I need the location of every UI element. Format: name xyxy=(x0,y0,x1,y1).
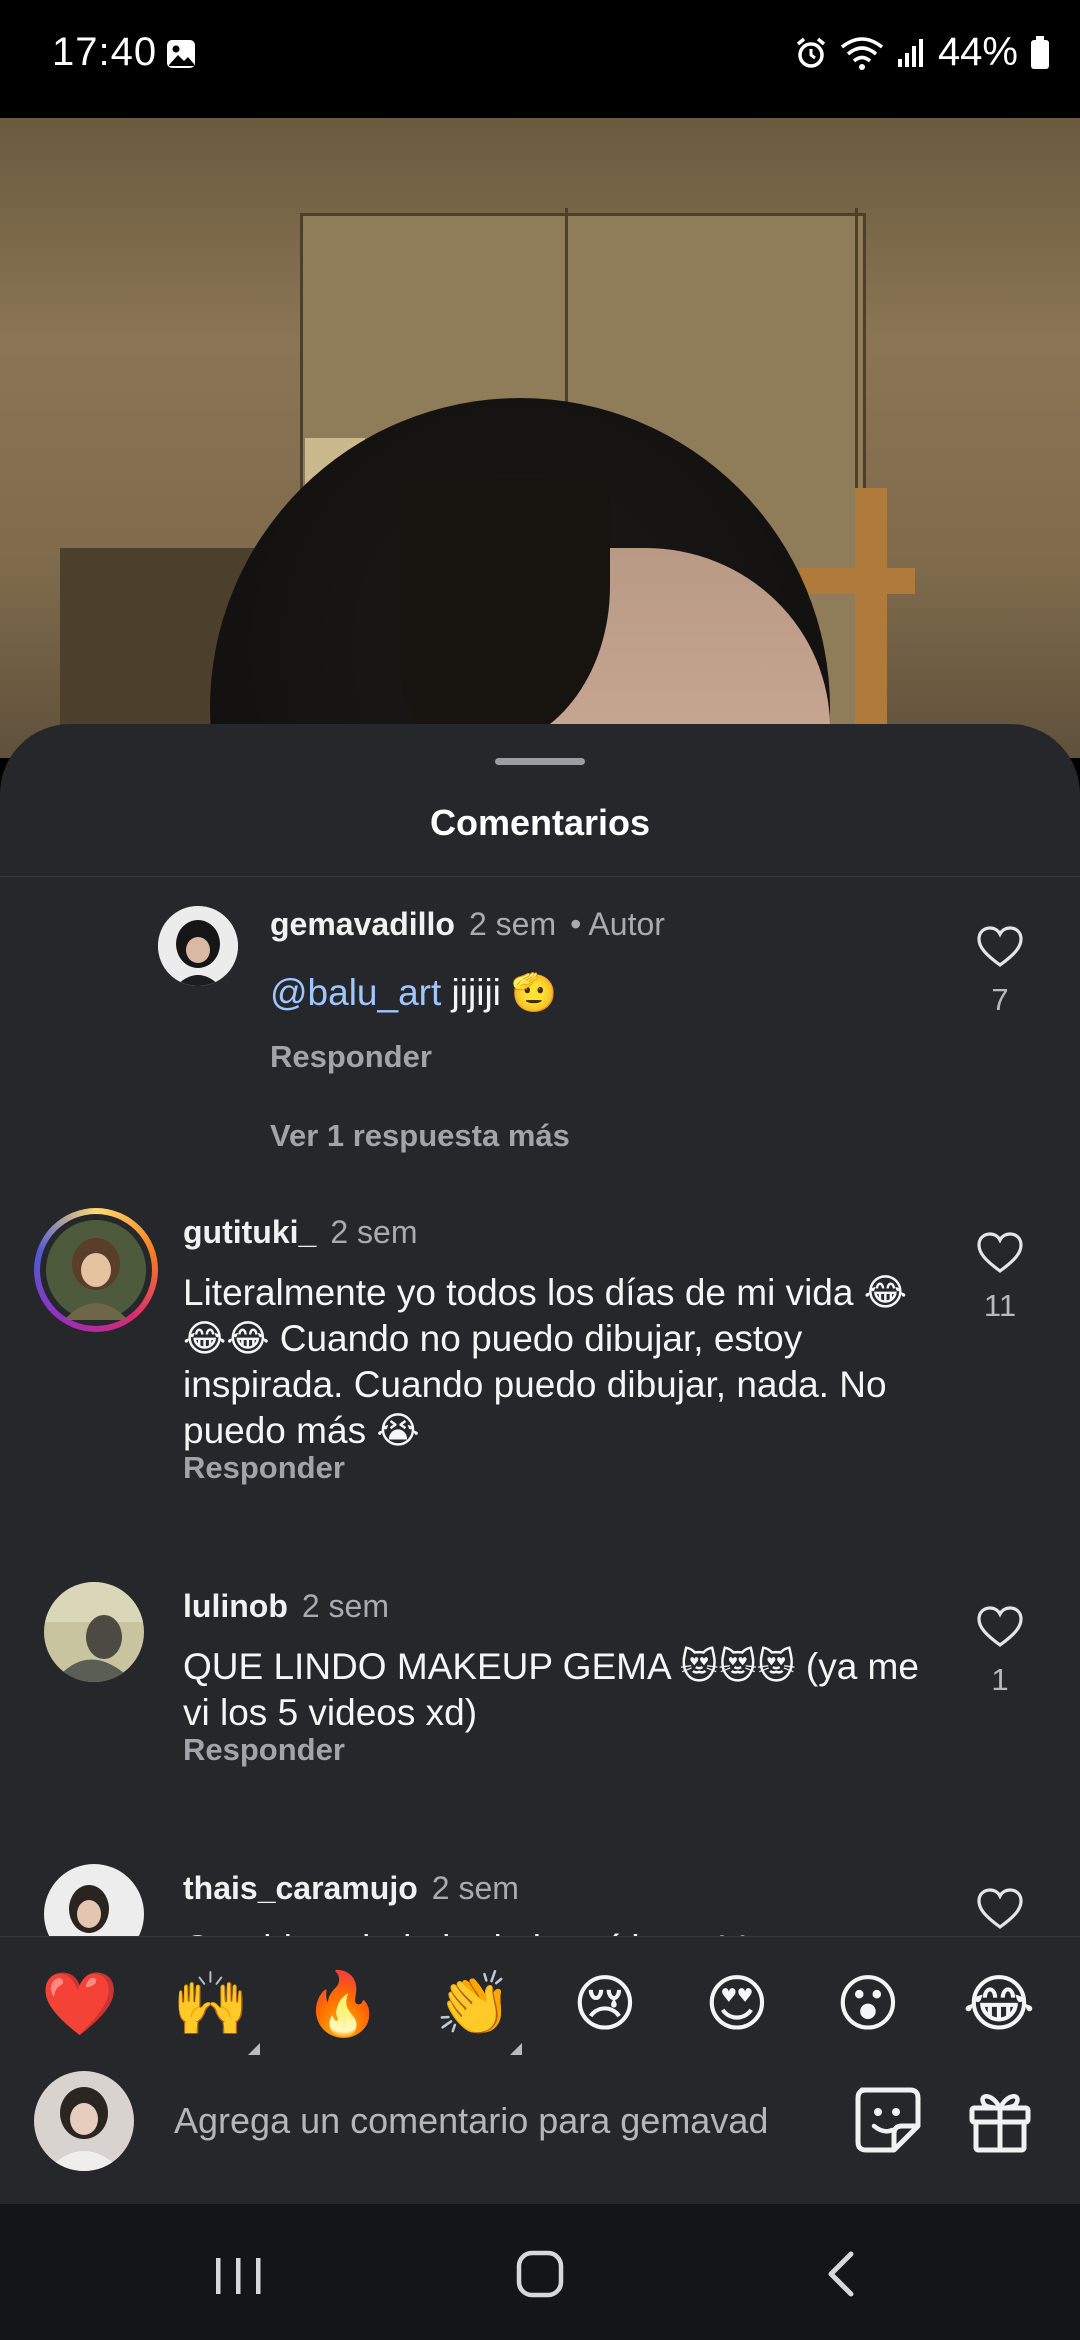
avatar-image xyxy=(46,1220,146,1320)
video-bg-easel xyxy=(800,568,915,594)
view-more-replies[interactable]: Ver 1 respuesta más xyxy=(270,1118,570,1154)
status-bar: 17:40 44% xyxy=(0,0,1080,118)
video-preview[interactable] xyxy=(0,118,1080,758)
heart-icon xyxy=(977,1232,1023,1273)
drag-handle[interactable] xyxy=(495,758,585,765)
like-count: 1 xyxy=(991,1662,1009,1697)
comment-username[interactable]: gutituki_ 2 sem xyxy=(183,1214,417,1251)
signal-icon xyxy=(897,38,923,67)
skin-tone-indicator xyxy=(248,2043,260,2055)
like-button[interactable] xyxy=(972,1888,1028,1930)
comment-time: 2 sem xyxy=(301,1588,389,1624)
skin-tone-indicator xyxy=(510,2043,522,2055)
recent-apps-icon[interactable] xyxy=(203,2244,273,2304)
comment-text: Literalmente yo todos los días de mi vid… xyxy=(183,1272,907,1451)
avatar-image xyxy=(158,906,238,986)
author-tag: • Autor xyxy=(570,906,665,942)
comment-time: 2 sem xyxy=(330,1214,418,1250)
sticker-icon xyxy=(855,2087,921,2153)
wifi-icon xyxy=(840,36,884,70)
username-text[interactable]: gutituki_ xyxy=(183,1214,316,1250)
like-count: 11 xyxy=(983,1288,1017,1323)
back-icon[interactable] xyxy=(807,2244,877,2304)
my-avatar xyxy=(34,2071,134,2171)
reply-button[interactable]: Responder xyxy=(183,1450,345,1486)
gift-button[interactable] xyxy=(960,2080,1040,2160)
like-button[interactable]: 7 xyxy=(972,926,1028,1018)
mention-link[interactable]: @balu_art xyxy=(270,972,441,1013)
comment-item: gutituki_ 2 sem Literalmente yo todos los… xyxy=(0,1186,1080,1516)
emoji-clap-button[interactable]: 👏 xyxy=(434,1965,514,2045)
comment-text: @balu_art jijiji 🫡 xyxy=(270,970,557,1016)
emoji-heart-button[interactable]: ❤️ xyxy=(40,1965,120,2045)
comment-input[interactable] xyxy=(174,2096,824,2146)
avatar[interactable] xyxy=(158,906,238,986)
avatar-image xyxy=(34,2071,134,2171)
video-bg-easel xyxy=(855,488,887,758)
comment-item: gemavadillo 2 sem • Autor @balu_art jijiji… xyxy=(0,884,1080,1184)
comment-username[interactable]: gemavadillo 2 sem • Autor xyxy=(270,906,665,943)
battery-percent: 44% xyxy=(937,30,1018,74)
sheet-title: Comentarios xyxy=(429,802,651,843)
divider xyxy=(0,876,1080,877)
comment-username[interactable]: thais_caramujo 2 sem xyxy=(183,1870,519,1907)
gift-icon xyxy=(969,2094,1031,2153)
comment-username[interactable]: lulinob 2 sem xyxy=(183,1588,389,1625)
comment-text: QUE LINDO MAKEUP GEMA 😻😻😻 (ya me vi los … xyxy=(183,1646,919,1733)
reply-button[interactable]: Responder xyxy=(270,1039,432,1075)
heart-icon xyxy=(977,926,1023,967)
home-icon[interactable] xyxy=(505,2244,575,2304)
comment-input-bar xyxy=(0,2066,1080,2204)
heart-icon xyxy=(977,1606,1023,1647)
emoji-surprised-button[interactable]: 😮 xyxy=(828,1965,908,2045)
comment-body: jijiji 🫡 xyxy=(441,972,558,1013)
sticker-button[interactable] xyxy=(848,2080,928,2160)
gallery-icon xyxy=(167,40,195,68)
like-button[interactable]: 11 xyxy=(972,1232,1028,1324)
comment-time: 2 sem xyxy=(468,906,557,942)
alarm-icon xyxy=(796,37,826,68)
emoji-fire-button[interactable]: 🔥 xyxy=(303,1965,383,2045)
comment-item: lulinob 2 sem QUE LINDO MAKEUP GEMA 😻😻😻 (… xyxy=(0,1560,1080,1810)
comment-time: 2 sem xyxy=(431,1870,519,1906)
avatar[interactable] xyxy=(44,1582,144,1682)
emoji-quick-bar: ❤️ 🙌 🔥 👏 😢 😍 😮 😂 xyxy=(0,1936,1080,2067)
username-text[interactable]: lulinob xyxy=(183,1588,288,1624)
avatar-image xyxy=(44,1582,144,1682)
emoji-heart-eyes-button[interactable]: 😍 xyxy=(697,1965,777,2045)
emoji-crying-button[interactable]: 😢 xyxy=(565,1965,645,2045)
heart-icon xyxy=(977,1888,1023,1929)
avatar[interactable] xyxy=(34,1208,158,1332)
username-text[interactable]: gemavadillo xyxy=(270,906,455,942)
reply-button[interactable]: Responder xyxy=(183,1732,345,1768)
like-count: 7 xyxy=(991,982,1009,1017)
emoji-laughing-button[interactable]: 😂 xyxy=(959,1965,1039,2045)
status-time: 17:40 xyxy=(52,30,158,74)
emoji-raised-hands-button[interactable]: 🙌 xyxy=(171,1965,251,2045)
system-navigation-bar xyxy=(0,2204,1080,2340)
battery-icon xyxy=(1031,35,1049,69)
like-button[interactable]: 1 xyxy=(972,1606,1028,1698)
username-text[interactable]: thais_caramujo xyxy=(183,1870,418,1906)
